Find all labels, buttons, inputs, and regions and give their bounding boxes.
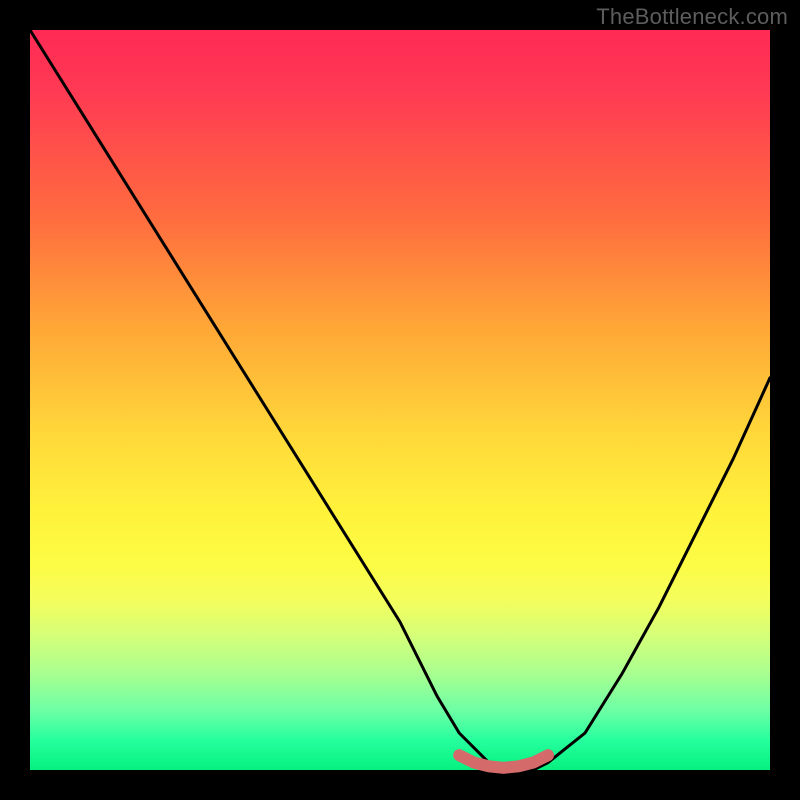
bottleneck-curve-path — [30, 30, 770, 770]
watermark-text: TheBottleneck.com — [596, 4, 788, 30]
chart-svg — [30, 30, 770, 770]
plot-area — [30, 30, 770, 770]
chart-frame: TheBottleneck.com — [0, 0, 800, 800]
flat-marker-path — [459, 755, 548, 768]
